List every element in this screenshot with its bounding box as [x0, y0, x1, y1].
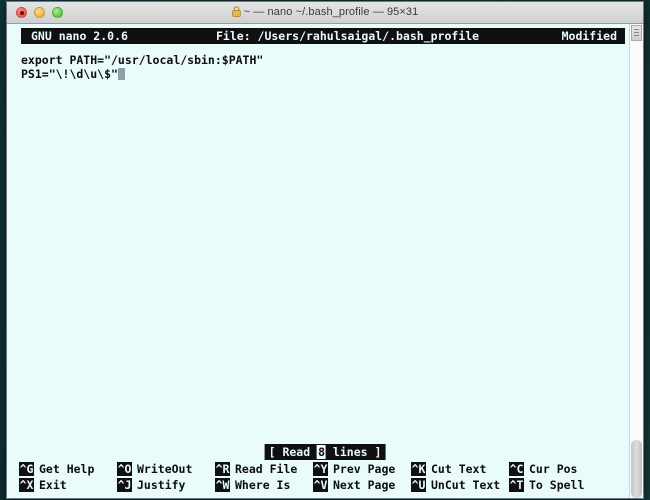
- shortcut-key: ^R: [215, 462, 230, 476]
- nano-file-label: File: /Users/rahulsaigal/.bash_profile: [216, 29, 480, 43]
- shortcut-label: Cut Text: [431, 462, 487, 476]
- shortcut-exit[interactable]: ^X Exit: [19, 478, 117, 492]
- window-title-text: ~ — nano ~/.bash_profile — 95×31: [243, 5, 419, 18]
- shortcut-key: ^X: [19, 478, 34, 492]
- shortcut-key: ^U: [411, 478, 426, 492]
- nano-version-label: GNU nano 2.0.6: [31, 29, 128, 43]
- scrollbar-thumb-top[interactable]: [631, 25, 642, 41]
- code-line: PS1="\!\d\u\$": [21, 67, 643, 81]
- shortcut-label: Exit: [39, 478, 67, 492]
- shortcut-key: ^T: [509, 478, 524, 492]
- code-line: export PATH="/usr/local/sbin:$PATH": [21, 53, 264, 67]
- vertical-scrollbar[interactable]: [629, 24, 643, 498]
- terminal-content: GNU nano 2.0.6 File: /Users/rahulsaigal/…: [7, 24, 643, 498]
- shortcut-label: Cur Pos: [529, 462, 578, 476]
- shortcut-to-spell[interactable]: ^T To Spell: [509, 478, 607, 492]
- shortcut-key: ^O: [117, 462, 132, 476]
- shortcut-label: WriteOut: [137, 462, 193, 476]
- shortcut-label: Next Page: [333, 478, 396, 492]
- shortcut-key: ^Y: [313, 462, 328, 476]
- shortcut-key: ^J: [117, 478, 132, 492]
- shortcut-prev-page[interactable]: ^Y Prev Page: [313, 462, 411, 476]
- shortcut-label: UnCut Text: [431, 478, 501, 492]
- shortcut-label: Get Help: [39, 462, 95, 476]
- shortcut-next-page[interactable]: ^V Next Page: [313, 478, 411, 492]
- nano-modified-flag: Modified: [561, 29, 617, 43]
- shortcut-where-is[interactable]: ^W Where Is: [215, 478, 313, 492]
- shortcut-cur-pos[interactable]: ^C Cur Pos: [509, 462, 607, 476]
- shortcut-get-help[interactable]: ^G Get Help: [19, 462, 117, 476]
- nano-header-bar: GNU nano 2.0.6 File: /Users/rahulsaigal/…: [21, 28, 625, 44]
- nano-shortcut-bar: ^G Get Help ^O WriteOut ^R Read File ^Y Prev…: [7, 462, 643, 498]
- terminal-window: ~ — nano ~/.bash_profile — 95×31 GNU nan…: [6, 1, 644, 499]
- minimize-button[interactable]: [34, 7, 45, 18]
- text-cursor: [117, 68, 125, 80]
- shortcut-key: ^W: [215, 478, 230, 492]
- window-title: ~ — nano ~/.bash_profile — 95×31: [7, 6, 643, 20]
- shortcut-cut-text[interactable]: ^K Cut Text: [411, 462, 509, 476]
- shortcut-justify[interactable]: ^J Justify: [117, 478, 215, 492]
- window-controls: [7, 7, 63, 18]
- nano-text-buffer[interactable]: export PATH="/usr/local/sbin:$PATH" PS1=…: [7, 44, 643, 444]
- nano-status-message: [ Read 8 lines ]: [264, 444, 386, 460]
- scrollbar-thumb[interactable]: [631, 440, 642, 498]
- status-suffix: lines ]: [326, 445, 382, 459]
- shortcut-row: ^X Exit ^J Justify ^W Where Is ^V Next Page …: [19, 478, 643, 492]
- shortcut-label: Prev Page: [333, 462, 396, 476]
- shortcut-key: ^K: [411, 462, 426, 476]
- shortcut-label: Justify: [137, 478, 186, 492]
- shortcut-writeout[interactable]: ^O WriteOut: [117, 462, 215, 476]
- nano-editor: GNU nano 2.0.6 File: /Users/rahulsaigal/…: [7, 24, 643, 498]
- shortcut-key: ^G: [19, 462, 34, 476]
- shortcut-label: Where Is: [235, 478, 291, 492]
- window-title-bar[interactable]: ~ — nano ~/.bash_profile — 95×31: [7, 2, 643, 24]
- code-line-text: PS1="\!\d\u\$": [21, 67, 118, 81]
- shortcut-read-file[interactable]: ^R Read File: [215, 462, 313, 476]
- shortcut-label: To Spell: [529, 478, 585, 492]
- nano-status-area: [ Read 8 lines ]: [7, 444, 643, 461]
- shortcut-label: Read File: [235, 462, 298, 476]
- lock-icon: [231, 5, 241, 20]
- status-prefix: [ Read: [268, 445, 318, 459]
- shortcut-uncut-text[interactable]: ^U UnCut Text: [411, 478, 509, 492]
- shortcut-row: ^G Get Help ^O WriteOut ^R Read File ^Y Prev…: [19, 462, 643, 476]
- maximize-button[interactable]: [52, 7, 63, 18]
- shortcut-key: ^C: [509, 462, 524, 476]
- close-button[interactable]: [16, 7, 27, 18]
- shortcut-key: ^V: [313, 478, 328, 492]
